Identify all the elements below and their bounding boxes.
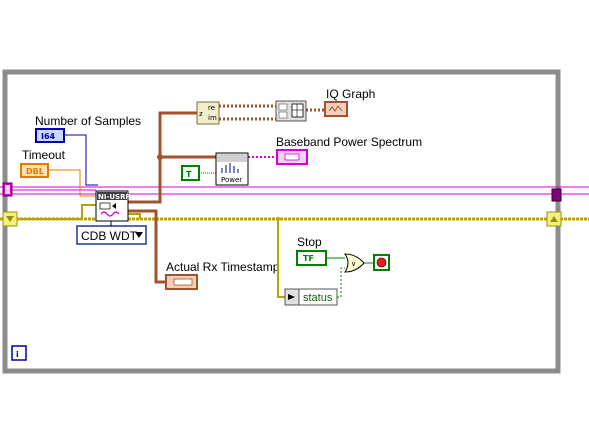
complex-z-label: z	[199, 110, 203, 118]
dbl-type-label: DBL	[26, 167, 44, 176]
stop-terminal[interactable]: TF	[296, 250, 327, 266]
niusrp-fetch-rx-data-vi[interactable]: NI-USRP	[95, 190, 131, 222]
niusrp-header: NI-USRP	[98, 193, 131, 201]
number-of-samples-label: Number of Samples	[35, 114, 141, 128]
true-constant[interactable]: T	[181, 165, 200, 181]
iteration-label: i	[16, 350, 19, 359]
baseband-power-spectrum-label: Baseband Power Spectrum	[276, 135, 422, 149]
timeout-terminal[interactable]: DBL	[20, 163, 49, 178]
number-of-samples-terminal[interactable]: I64	[35, 128, 65, 143]
iteration-terminal[interactable]: i	[11, 345, 27, 361]
iq-graph-label: IQ Graph	[326, 87, 375, 101]
actual-rx-timestamp-label: Actual Rx Timestamp	[166, 260, 280, 274]
iq-graph-terminal[interactable]	[324, 101, 348, 117]
power-vi-label: Power	[221, 176, 242, 184]
left-shift-register[interactable]	[2, 182, 13, 197]
number-of-samples-wire[interactable]	[64, 134, 98, 186]
cdb-wdt-ring[interactable]: CDB WDT	[76, 225, 147, 245]
timestamp-wire[interactable]	[128, 209, 166, 284]
or-symbol: ∨	[351, 260, 356, 268]
complex-to-re-im[interactable]: z re im	[196, 101, 220, 125]
session-wire[interactable]	[0, 186, 589, 195]
or-gate[interactable]: ∨	[344, 253, 365, 273]
power-spectrum-vi[interactable]: Power	[215, 152, 249, 186]
left-error-shift-register-icon[interactable]	[2, 211, 18, 227]
stop-label: Stop	[297, 235, 322, 249]
timeout-wire[interactable]	[48, 169, 98, 197]
timeout-label: Timeout	[22, 148, 66, 162]
ring-value: CDB WDT	[81, 229, 138, 243]
error-cluster-wire[interactable]	[0, 204, 589, 298]
loop-condition-terminal[interactable]	[373, 254, 390, 271]
bundle-node[interactable]	[275, 100, 307, 122]
status-element-label: status	[303, 292, 333, 304]
right-shift-register[interactable]	[551, 188, 562, 202]
tf-type-label: TF	[303, 254, 314, 263]
complex-re-label: re	[208, 104, 215, 112]
complex-im-label: im	[208, 114, 217, 122]
baseband-power-spectrum-terminal[interactable]	[276, 149, 308, 165]
actual-rx-timestamp-terminal[interactable]	[165, 274, 198, 290]
true-constant-label: T	[186, 170, 192, 179]
unbundle-status-node[interactable]: status	[284, 288, 338, 306]
right-error-shift-register-icon[interactable]	[546, 211, 562, 227]
block-diagram: Number of Samples Timeout IQ Graph Baseb…	[0, 69, 589, 374]
i64-type-label: I64	[41, 132, 56, 141]
